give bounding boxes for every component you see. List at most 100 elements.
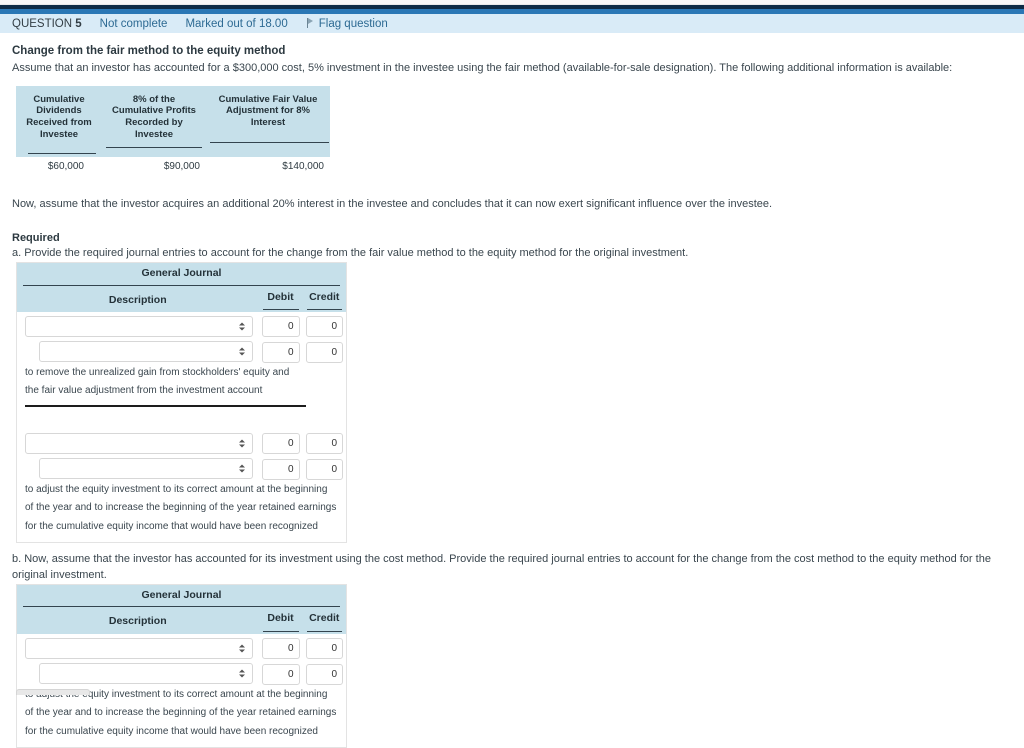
journal-a-credit-wrap-4 [303,455,347,481]
journal-b-credit-input-2[interactable] [305,663,343,685]
journal-b-credit-wrap-2 [303,660,347,686]
partially-visible-bottom-button[interactable] [16,689,90,695]
journal-b-note-row: for the cumulative equity income that wo… [16,722,347,742]
journal-a-note-row: to remove the unrealized gain from stock… [16,363,347,383]
journal-b-credit-input-1[interactable] [305,637,343,659]
journal-a-account-select-1[interactable] [25,315,253,337]
journal-a-col-debit-label: Debit [267,290,294,303]
journal-a-note2-line-3: for the cumulative equity income that wo… [16,517,347,537]
journal-a-account-select-4[interactable] [39,458,253,480]
info-table-value-row: $60,000 $90,000 $140,000 [16,157,330,179]
flag-icon [306,18,315,29]
journal-b-entry-row [16,659,347,686]
journal-a-spacer-row [16,406,347,429]
journal-a-credit-input-3[interactable] [305,432,343,454]
journal-a-note-row: to adjust the equity investment to its c… [16,480,347,500]
journal-a-entry-row [16,337,347,364]
journal-a-debit-wrap-4 [259,455,303,481]
journal-b-credit-cell [302,633,347,660]
journal-a-description-cell [16,311,259,338]
journal-b-account-select-2[interactable] [39,663,253,685]
journal-a-bottom-pad [16,536,347,543]
journal-a-debit-input-2[interactable] [261,341,300,363]
journal-b-header-row: Description Debit Credit [16,607,347,634]
journal-b-account-select-1[interactable] [25,637,253,659]
journal-a-col-description: Description [16,285,259,312]
general-journal-table-a: General Journal Description Debit Credit [16,262,347,544]
journal-a-col-description-label: Description [108,293,167,306]
journal-a-debit-wrap-3 [259,429,303,455]
journal-a-credit-wrap-3 [303,429,347,455]
journal-a-credit-cell [302,454,347,481]
question-identifier: QUESTION 5 [12,18,82,30]
journal-a-note-row: of the year and to increase the beginnin… [16,499,347,518]
journal-a-entry-row [16,454,347,481]
journal-b-title: General Journal [16,584,347,608]
journal-b-select-wrap-2 [17,660,259,685]
info-rule-cell-2 [102,141,206,158]
question-intro-text: Assume that an investor has accounted fo… [12,61,953,74]
journal-a-header-row: Description Debit Credit [16,285,347,312]
journal-a-entry-row [16,428,347,455]
journal-a-account-select-2[interactable] [39,341,253,363]
info-rule-cell-1 [16,141,102,158]
journal-a-credit-cell [302,428,347,455]
journal-b-entry-row [16,633,347,660]
question-label: QUESTION [12,17,73,30]
journal-b-col-description: Description [16,607,259,634]
journal-a-debit-cell [258,454,303,481]
journal-b-debit-input-1[interactable] [261,637,300,659]
flag-question-label: Flag question [318,17,388,30]
info-header-fair-value: Cumulative Fair Value Adjustment for 8% … [206,85,330,142]
journal-a-note2-line-1: to adjust the equity investment to its c… [16,480,347,500]
journal-a-credit-input-4[interactable] [305,458,343,480]
info-value-profits: $90,000 [102,157,206,179]
cumulative-info-table: Cumulative Dividends Received from Inves… [16,85,330,179]
journal-a-debit-input-4[interactable] [261,458,300,480]
journal-a-note-line-1: to remove the unrealized gain from stock… [16,363,347,383]
journal-a-col-credit: Credit [302,285,347,312]
info-value-dividends: $60,000 [16,157,102,179]
journal-a-description-cell [16,454,259,481]
journal-b-note-row: of the year and to increase the beginnin… [16,704,347,723]
journal-a-title-row: General Journal [16,262,347,286]
journal-b-title-text: General Journal [141,589,222,602]
journal-a-col-credit-label: Credit [309,290,340,303]
question-followup-text: Now, assume that the investor acquires a… [12,197,773,210]
journal-a-credit-cell [302,337,347,364]
question-number: 5 [75,17,82,30]
journal-a-note2-line-2: of the year and to increase the beginnin… [16,499,347,518]
journal-a-credit-cell [302,311,347,338]
journal-a-debit-input-1[interactable] [261,315,300,337]
flag-question-button[interactable]: Flag question [306,18,388,30]
journal-a-credit-input-1[interactable] [305,315,343,337]
journal-b-description-cell [16,659,259,686]
question-marks: Marked out of 18.00 [185,17,288,30]
info-header-profits: 8% of the Cumulative Profits Recorded by… [102,85,206,142]
journal-a-debit-cell [258,428,303,455]
journal-b-debit-wrap-2 [259,660,303,686]
journal-a-description-cell [16,428,259,455]
journal-a-debit-input-3[interactable] [261,432,300,454]
question-title: Change from the fair method to the equit… [12,45,286,57]
journal-a-title: General Journal [16,262,347,286]
journal-b-debit-input-2[interactable] [261,663,300,685]
required-heading: Required [12,231,60,244]
info-value-fair-value: $140,000 [206,157,330,179]
journal-a-note-row: the fair value adjustment from the inves… [16,382,347,401]
journal-b-debit-cell [258,633,303,660]
journal-a-account-select-3[interactable] [25,432,253,454]
question-content: Change from the fair method to the equit… [0,33,1024,748]
journal-a-credit-input-2[interactable] [305,341,343,363]
general-journal-table-b: General Journal Description Debit Credit [16,584,347,748]
journal-a-select-wrap-4 [17,455,259,480]
journal-a-note-line-2: the fair value adjustment from the inves… [16,382,347,401]
journal-b-note-line-2: of the year and to increase the beginnin… [16,704,347,723]
info-table-rule-row [16,141,330,158]
journal-b-col-debit-label: Debit [267,612,294,625]
journal-b-credit-cell [302,659,347,686]
journal-b-bottom-pad [16,741,347,748]
journal-a-credit-wrap-2 [303,338,347,364]
journal-a-debit-cell [258,337,303,364]
journal-b-debit-cell [258,659,303,686]
